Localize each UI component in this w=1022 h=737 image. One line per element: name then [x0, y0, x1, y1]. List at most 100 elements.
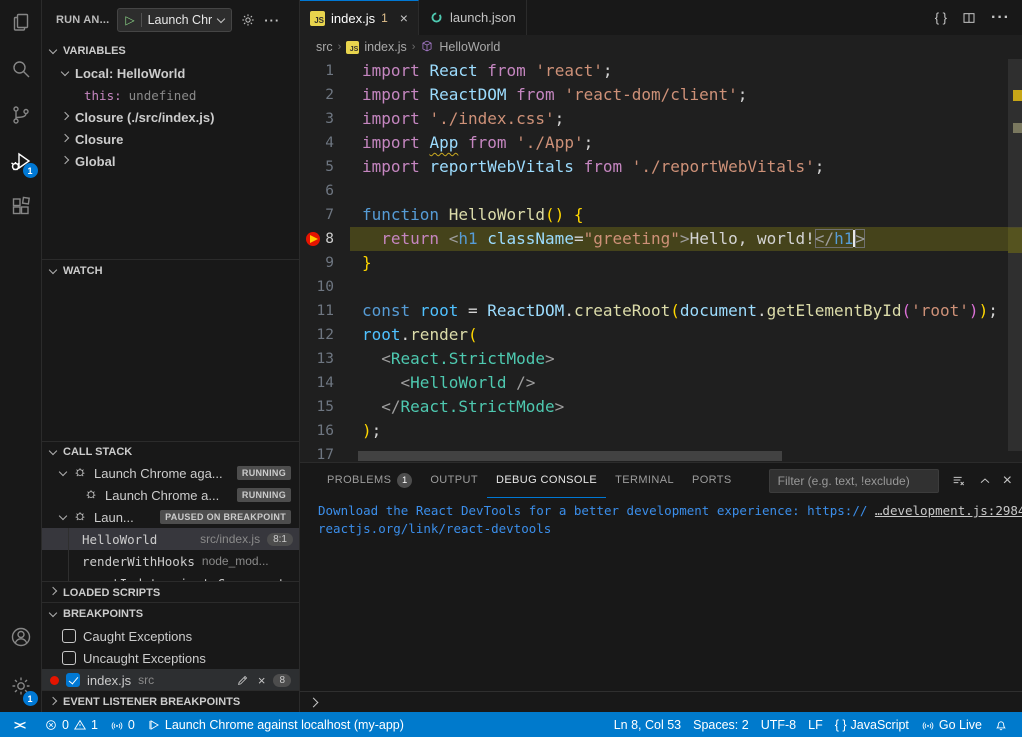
- stack-frame-row[interactable]: renderWithHooks node_mod...: [42, 550, 299, 572]
- loaded-scripts-section: LOADED SCRIPTS: [42, 581, 299, 603]
- code-line[interactable]: 4import App from './App';: [300, 131, 1022, 155]
- code-line[interactable]: 12root.render(: [300, 323, 1022, 347]
- debug-session-row[interactable]: Launch Chrome aga... RUNNING: [42, 462, 299, 484]
- debug-session-icon: [84, 487, 98, 504]
- caught-exceptions-checkbox[interactable]: [62, 629, 76, 643]
- sidebar-title: RUN AN...: [56, 14, 109, 26]
- caught-exceptions-row[interactable]: Caught Exceptions: [42, 625, 299, 647]
- activity-bar: 1 1: [0, 0, 42, 712]
- remote-indicator[interactable]: ><: [8, 712, 30, 737]
- tab-problems[interactable]: PROBLEMS 1: [318, 463, 421, 498]
- watch-section: WATCH: [42, 259, 299, 441]
- js-file-icon: JS: [310, 11, 325, 26]
- code-line[interactable]: 1import React from 'react';: [300, 59, 1022, 83]
- edit-breakpoint-icon[interactable]: [236, 673, 250, 687]
- remove-breakpoint-icon[interactable]: ×: [258, 673, 266, 688]
- start-debug-icon[interactable]: ▷: [125, 14, 134, 26]
- code-line[interactable]: 14 <HelloWorld />: [300, 371, 1022, 395]
- code-line[interactable]: 9}: [300, 251, 1022, 275]
- sidebar-more-actions-icon[interactable]: ···: [264, 13, 280, 28]
- launch-config-dropdown[interactable]: ▷ Launch Chr: [117, 8, 232, 32]
- tab-terminal[interactable]: TERMINAL: [606, 463, 683, 498]
- horizontal-scrollbar[interactable]: [358, 451, 782, 461]
- extensions-icon[interactable]: [0, 184, 42, 230]
- variables-header[interactable]: VARIABLES: [42, 40, 299, 62]
- account-icon[interactable]: [0, 614, 42, 660]
- go-live[interactable]: Go Live: [915, 712, 988, 737]
- code-line[interactable]: 5import reportWebVitals from './reportWe…: [300, 155, 1022, 179]
- code-area[interactable]: 1import React from 'react';2import React…: [300, 59, 1022, 462]
- debug-session-row[interactable]: Laun... PAUSED ON BREAKPOINT: [42, 506, 299, 528]
- search-icon[interactable]: [0, 46, 42, 92]
- language-mode[interactable]: { }JavaScript: [829, 712, 915, 737]
- ruler-warning-mark: [1013, 90, 1022, 101]
- tab-launch-json[interactable]: launch.json: [419, 0, 527, 35]
- problems-status[interactable]: 0 1: [38, 712, 104, 737]
- code-line[interactable]: 16);: [300, 419, 1022, 443]
- debug-console-output[interactable]: Download the React DevTools for a better…: [300, 498, 1022, 691]
- breadcrumb[interactable]: src › JS index.js › HelloWorld: [300, 35, 1022, 59]
- code-line[interactable]: 15 </React.StrictMode>: [300, 395, 1022, 419]
- overview-ruler[interactable]: [1008, 59, 1022, 462]
- code-line[interactable]: 13 <React.StrictMode>: [300, 347, 1022, 371]
- closure-row[interactable]: Closure (./src/index.js): [42, 106, 299, 128]
- debug-session-row[interactable]: Launch Chrome a... RUNNING: [42, 484, 299, 506]
- eol-sequence[interactable]: LF: [802, 712, 829, 737]
- console-filter-input[interactable]: [769, 469, 939, 493]
- cursor-position[interactable]: Ln 8, Col 53: [608, 712, 687, 737]
- indentation[interactable]: Spaces: 2: [687, 712, 755, 737]
- uncaught-exceptions-checkbox[interactable]: [62, 651, 76, 665]
- tab-index-js[interactable]: JS index.js 1 ×: [300, 0, 419, 35]
- breakpoints-header[interactable]: BREAKPOINTS: [42, 603, 299, 625]
- stack-frame-row[interactable]: HelloWorld src/index.js 8:1: [42, 528, 299, 550]
- settings-badge: 1: [23, 691, 38, 706]
- closure-row[interactable]: Closure: [42, 128, 299, 150]
- clear-console-icon[interactable]: [951, 473, 967, 489]
- code-line[interactable]: 11const root = ReactDOM.createRoot(docum…: [300, 299, 1022, 323]
- console-source-link[interactable]: …development.js:29840: [875, 502, 1022, 520]
- variables-scope-row[interactable]: Local: HelloWorld: [42, 62, 299, 84]
- code-line[interactable]: 6: [300, 179, 1022, 203]
- watch-header[interactable]: WATCH: [42, 260, 299, 282]
- explorer-icon[interactable]: [0, 0, 42, 46]
- debug-console-input[interactable]: [300, 691, 1022, 712]
- code-line[interactable]: 3import './index.css';: [300, 107, 1022, 131]
- split-editor-icon[interactable]: [961, 10, 977, 26]
- encoding[interactable]: UTF-8: [755, 712, 802, 737]
- vscode-window: 1 1 RUN AN... ▷ Launch Chr: [0, 0, 1022, 737]
- debug-settings-gear-icon[interactable]: [240, 12, 256, 28]
- tab-ports[interactable]: PORTS: [683, 463, 741, 498]
- debug-target-status[interactable]: Launch Chrome against localhost (my-app): [141, 712, 410, 737]
- notifications-bell-icon[interactable]: [988, 712, 1014, 737]
- status-bar: >< 0 1 0 Launch Chrome against localhost…: [0, 712, 1022, 737]
- settings-gear-icon[interactable]: 1: [0, 660, 42, 712]
- console-message: reactjs.org/link/react-devtools: [318, 520, 551, 538]
- uncaught-exceptions-row[interactable]: Uncaught Exceptions: [42, 647, 299, 669]
- ports-status[interactable]: 0: [104, 712, 141, 737]
- stack-frame-row[interactable]: mountIndeterminateComponent: [42, 572, 299, 580]
- event-listener-breakpoints-section: EVENT LISTENER BREAKPOINTS: [42, 690, 299, 712]
- editor-more-actions-icon[interactable]: ···: [991, 9, 1010, 27]
- breakpoint-enabled-checkbox[interactable]: [66, 673, 80, 687]
- close-tab-icon[interactable]: ×: [400, 10, 408, 26]
- event-listener-breakpoints-header[interactable]: EVENT LISTENER BREAKPOINTS: [42, 691, 299, 712]
- global-row[interactable]: Global: [42, 150, 299, 172]
- tab-output[interactable]: OUTPUT: [421, 463, 487, 498]
- tab-debug-console[interactable]: DEBUG CONSOLE: [487, 463, 606, 498]
- variables-section: VARIABLES Local: HelloWorld this: undefi…: [42, 40, 299, 259]
- sticky-scroll-icon[interactable]: { }: [935, 10, 947, 25]
- code-line[interactable]: 10: [300, 275, 1022, 299]
- code-line[interactable]: 8 return <h1 className="greeting">Hello,…: [300, 227, 1022, 251]
- maximize-panel-icon[interactable]: [977, 473, 993, 489]
- variable-this-row[interactable]: this: undefined: [42, 84, 299, 106]
- breakpoint-file-row[interactable]: index.js src × 8: [42, 669, 299, 690]
- close-panel-icon[interactable]: ×: [1003, 472, 1012, 490]
- code-line[interactable]: 2import ReactDOM from 'react-dom/client'…: [300, 83, 1022, 107]
- run-and-debug-icon[interactable]: 1: [0, 138, 42, 184]
- ruler-dim-mark: [1013, 123, 1022, 133]
- code-lines: 1import React from 'react';2import React…: [300, 59, 1022, 462]
- loaded-scripts-header[interactable]: LOADED SCRIPTS: [42, 582, 299, 603]
- source-control-icon[interactable]: [0, 92, 42, 138]
- call-stack-header[interactable]: CALL STACK: [42, 442, 299, 462]
- code-line[interactable]: 7function HelloWorld() {: [300, 203, 1022, 227]
